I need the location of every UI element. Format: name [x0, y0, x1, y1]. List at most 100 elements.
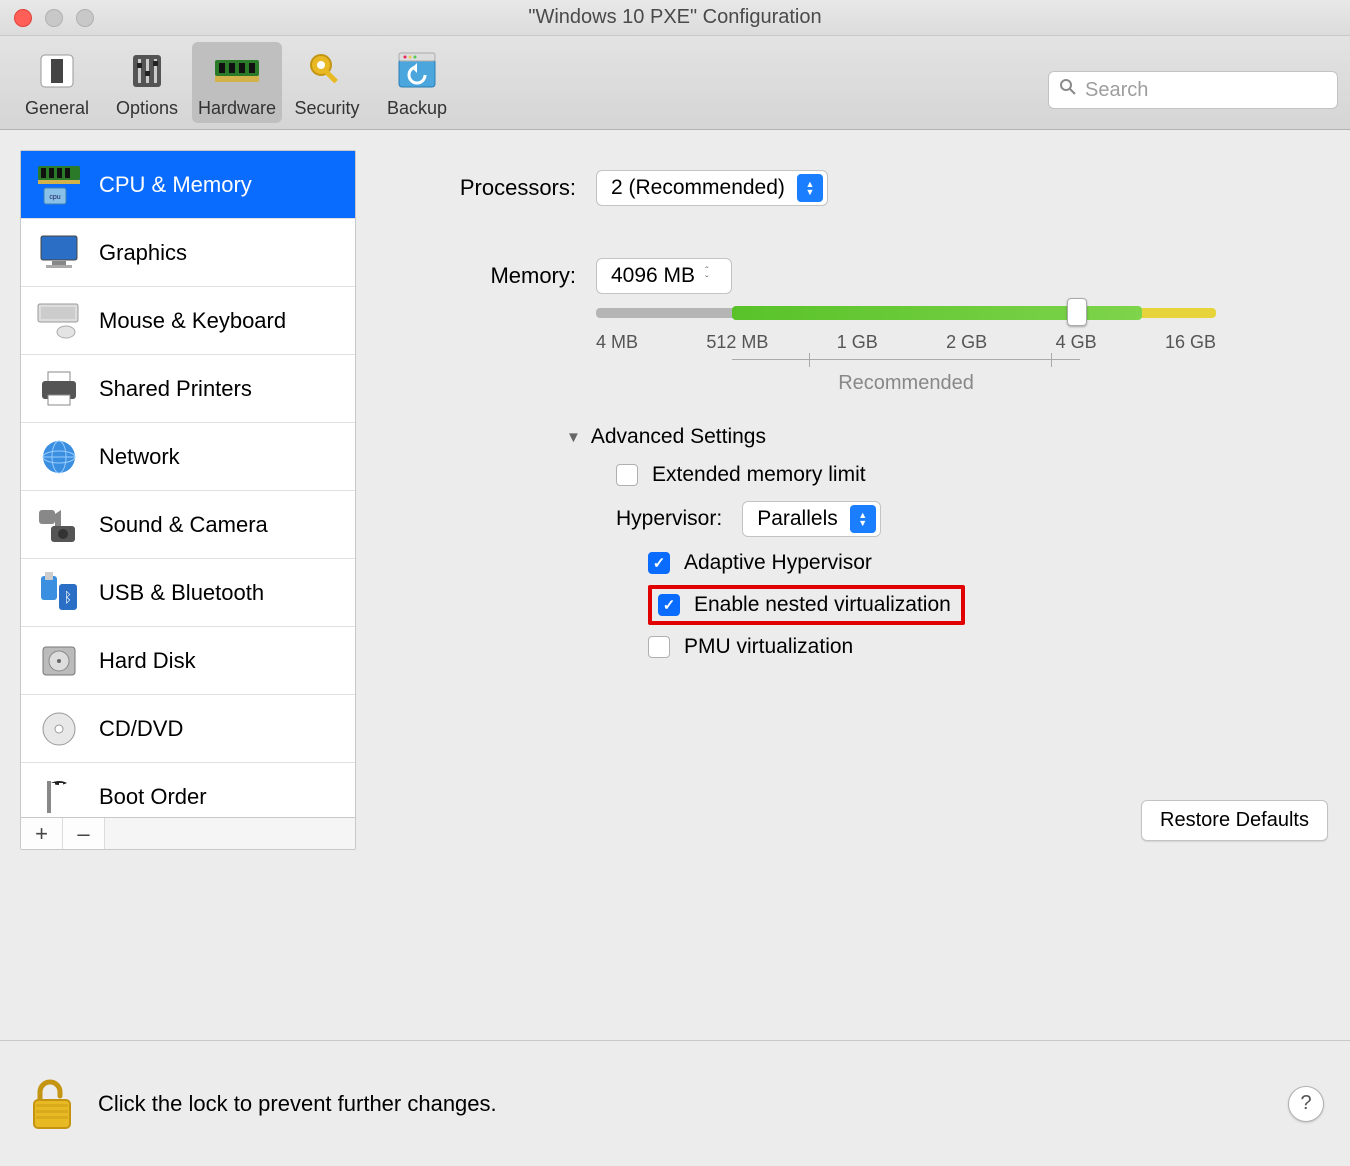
hard-disk-icon [35, 637, 83, 685]
hypervisor-label: Hypervisor: [616, 507, 722, 531]
stepper-arrows-icon[interactable]: ˆˇ [705, 267, 723, 285]
processors-label: Processors: [396, 175, 576, 201]
memory-label: Memory: [396, 263, 576, 289]
tab-options[interactable]: Options [102, 42, 192, 123]
tab-hardware[interactable]: Hardware [192, 42, 282, 123]
sidebar-item-boot-order[interactable]: Boot Order [21, 763, 355, 817]
tick-label: 4 GB [1056, 332, 1097, 353]
stepper-arrows-icon: ▲▼ [797, 174, 823, 202]
sliders-icon [102, 46, 192, 96]
pmu-virtualization-checkbox[interactable] [648, 636, 670, 658]
extended-memory-row[interactable]: Extended memory limit [616, 463, 1330, 487]
sidebar-item-label: USB & Bluetooth [99, 580, 264, 606]
memory-input[interactable]: 4096 MB ˆˇ [596, 258, 732, 294]
switch-icon [12, 46, 102, 96]
help-button[interactable]: ? [1288, 1086, 1324, 1122]
globe-icon [35, 433, 83, 481]
slider-thumb[interactable] [1067, 298, 1087, 326]
search-input[interactable] [1085, 79, 1327, 102]
recommended-label: Recommended [596, 372, 1216, 395]
footer: Click the lock to prevent further change… [0, 1040, 1350, 1166]
sidebar-item-label: CPU & Memory [99, 172, 252, 198]
sidebar-item-label: Graphics [99, 240, 187, 266]
restore-defaults-button[interactable]: Restore Defaults [1141, 800, 1328, 841]
restore-defaults-wrap: Restore Defaults [1141, 800, 1328, 841]
nested-virtualization-row[interactable]: ✓ Enable nested virtualization [658, 593, 951, 617]
minimize-window-button[interactable] [45, 9, 63, 27]
sidebar-footer-blank [105, 818, 355, 849]
tick-label: 512 MB [706, 332, 768, 353]
sidebar-item-hard-disk[interactable]: Hard Disk [21, 627, 355, 695]
tab-label: Backup [372, 98, 462, 119]
sidebar-item-label: Hard Disk [99, 648, 196, 674]
hypervisor-select[interactable]: Parallels ▲▼ [742, 501, 881, 537]
tick-label: 2 GB [946, 332, 987, 353]
sidebar-item-mouse-keyboard[interactable]: Mouse & Keyboard [21, 287, 355, 355]
triangle-down-icon: ▼ [566, 429, 581, 446]
sidebar-item-graphics[interactable]: Graphics [21, 219, 355, 287]
tab-label: General [12, 98, 102, 119]
memory-slider[interactable] [596, 308, 1216, 318]
tab-general[interactable]: General [12, 42, 102, 123]
window-title: "Windows 10 PXE" Configuration [528, 6, 821, 29]
tab-label: Security [282, 98, 372, 119]
sidebar-item-label: Shared Printers [99, 376, 252, 402]
stepper-arrows-icon: ▲▼ [850, 505, 876, 533]
svg-text:ᛒ: ᛒ [64, 589, 72, 605]
usb-bluetooth-icon: ᛒ [35, 569, 83, 617]
close-window-button[interactable] [14, 9, 32, 27]
sidebar-item-label: Mouse & Keyboard [99, 308, 286, 334]
sidebar-item-shared-printers[interactable]: Shared Printers [21, 355, 355, 423]
remove-button[interactable]: – [63, 818, 105, 849]
hypervisor-value: Parallels [757, 507, 838, 531]
processors-select[interactable]: 2 (Recommended) ▲▼ [596, 170, 828, 206]
panel: Processors: 2 (Recommended) ▲▼ Memory: 4… [356, 150, 1330, 850]
sidebar-item-label: Sound & Camera [99, 512, 268, 538]
tab-label: Hardware [192, 98, 282, 119]
sidebar-item-label: CD/DVD [99, 716, 183, 742]
tab-security[interactable]: Security [282, 42, 372, 123]
nested-virtualization-label: Enable nested virtualization [694, 593, 951, 617]
tick-label: 16 GB [1165, 332, 1216, 353]
sidebar-item-cd-dvd[interactable]: CD/DVD [21, 695, 355, 763]
printer-icon [35, 365, 83, 413]
lock-icon[interactable] [26, 1076, 78, 1132]
tab-backup[interactable]: Backup [372, 42, 462, 123]
sidebar-item-label: Boot Order [99, 784, 207, 810]
backup-icon [372, 46, 462, 96]
tick-label: 1 GB [837, 332, 878, 353]
advanced-settings-title: Advanced Settings [591, 425, 766, 449]
footer-message: Click the lock to prevent further change… [98, 1091, 1288, 1117]
extended-memory-checkbox[interactable] [616, 464, 638, 486]
tab-label: Options [102, 98, 192, 119]
window-controls [0, 9, 94, 27]
adaptive-hypervisor-label: Adaptive Hypervisor [684, 551, 872, 575]
processors-value: 2 (Recommended) [611, 176, 785, 200]
sidebar-item-network[interactable]: Network [21, 423, 355, 491]
pmu-virtualization-label: PMU virtualization [684, 635, 853, 659]
adaptive-hypervisor-checkbox[interactable]: ✓ [648, 552, 670, 574]
sidebar-item-usb-bluetooth[interactable]: ᛒ USB & Bluetooth [21, 559, 355, 627]
search-icon [1059, 78, 1077, 102]
slider-ticks: 4 MB 512 MB 1 GB 2 GB 4 GB 16 GB [596, 332, 1216, 353]
tick-label: 4 MB [596, 332, 638, 353]
content: cpu CPU & Memory Graphics Mouse & Keyboa… [0, 130, 1350, 870]
zoom-window-button[interactable] [76, 9, 94, 27]
adaptive-hypervisor-row[interactable]: ✓ Adaptive Hypervisor [648, 551, 1330, 575]
sidebar: cpu CPU & Memory Graphics Mouse & Keyboa… [20, 150, 356, 850]
ram-cpu-icon: cpu [35, 161, 83, 209]
search-box[interactable] [1048, 71, 1338, 109]
disc-icon [35, 705, 83, 753]
toolbar: General Options Hardware Security Backup [0, 36, 1350, 130]
sidebar-item-label: Network [99, 444, 180, 470]
advanced-settings-toggle[interactable]: ▼ Advanced Settings [566, 425, 1330, 449]
sidebar-item-sound-camera[interactable]: Sound & Camera [21, 491, 355, 559]
sidebar-item-cpu-memory[interactable]: cpu CPU & Memory [21, 151, 355, 219]
svg-text:cpu: cpu [49, 194, 60, 201]
nested-virtualization-checkbox[interactable]: ✓ [658, 594, 680, 616]
pmu-virtualization-row[interactable]: PMU virtualization [648, 635, 1330, 659]
sidebar-footer: + – [21, 817, 355, 849]
memory-value: 4096 MB [611, 264, 695, 288]
nested-virtualization-highlight: ✓ Enable nested virtualization [648, 585, 965, 625]
add-button[interactable]: + [21, 818, 63, 849]
